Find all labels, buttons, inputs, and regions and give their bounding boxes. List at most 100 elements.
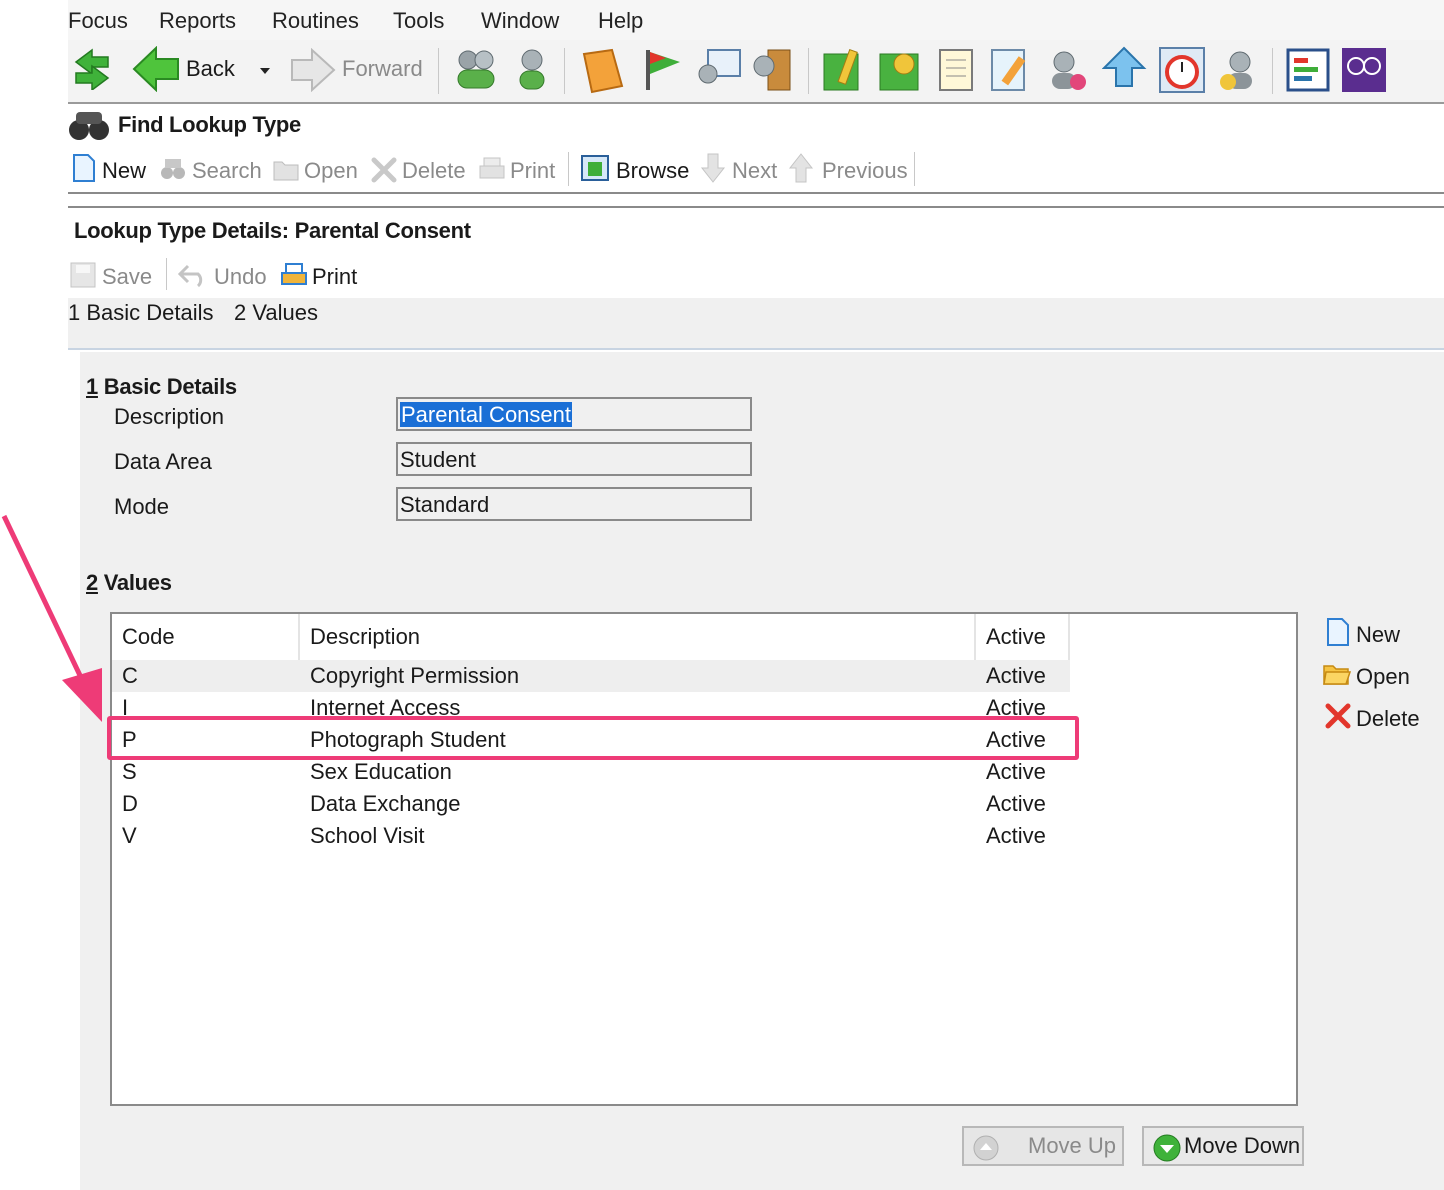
cell-code: V (122, 823, 137, 848)
upload-person-icon[interactable] (1102, 46, 1148, 94)
print-color-icon[interactable] (280, 262, 308, 288)
menu-bar: Focus Reports Routines Tools Window Help (68, 0, 1444, 40)
details-undo-button[interactable]: Undo (214, 264, 267, 290)
table-row[interactable]: C Copyright Permission Active (112, 660, 1070, 692)
next-arrow-icon[interactable] (700, 152, 726, 184)
highlight-annotation (107, 716, 1079, 760)
basic-details-section: 1 Basic Details Description Parental Con… (80, 366, 1444, 546)
person-door-icon[interactable] (748, 46, 796, 94)
book-icon[interactable] (578, 46, 626, 94)
find-search-button[interactable]: Search (192, 158, 262, 184)
cell-code: S (122, 759, 137, 784)
people-purple-icon[interactable] (1340, 46, 1388, 94)
previous-arrow-icon[interactable] (788, 152, 814, 184)
find-previous-button[interactable]: Previous (822, 158, 908, 184)
data-area-label: Data Area (114, 449, 212, 474)
tab-basic-details[interactable]: 1 Basic Details (68, 300, 214, 326)
person-badge-icon[interactable] (1046, 46, 1090, 94)
column-header-active[interactable]: Active (976, 614, 1070, 660)
cell-description: Data Exchange (310, 791, 461, 816)
pointer-arrow-icon (1, 514, 102, 722)
mode-label: Mode (114, 494, 170, 519)
new-value-icon[interactable] (1326, 618, 1350, 646)
cell-description: School Visit (310, 823, 425, 848)
basic-details-heading: 1 Basic Details (86, 374, 237, 399)
find-next-button[interactable]: Next (732, 158, 777, 184)
cell-active: Active (986, 759, 1046, 784)
open-folder-icon[interactable] (272, 156, 300, 182)
details-title: Lookup Type Details: Parental Consent (74, 218, 471, 243)
cell-code: C (122, 663, 138, 688)
calendar-grid-icon[interactable] (1284, 46, 1332, 94)
menu-tools[interactable]: Tools (393, 8, 444, 34)
forward-arrow-icon[interactable] (290, 48, 336, 92)
values-delete-button[interactable]: Delete (1356, 706, 1420, 732)
menu-window[interactable]: Window (481, 8, 559, 34)
chart-people-icon[interactable] (694, 48, 742, 92)
new-document-icon[interactable] (72, 154, 96, 182)
document-icon[interactable] (934, 48, 978, 92)
table-row[interactable]: S Sex Education Active (112, 756, 1070, 788)
clock-icon[interactable] (1158, 46, 1206, 94)
cell-description: Copyright Permission (310, 663, 520, 688)
data-area-field[interactable]: Student (396, 442, 752, 476)
delete-value-x-icon[interactable] (1324, 702, 1352, 730)
browse-icon[interactable] (580, 154, 610, 182)
menu-routines[interactable]: Routines (272, 8, 359, 34)
cell-code: D (122, 791, 138, 816)
open-value-folder-icon[interactable] (1322, 660, 1352, 688)
printer-icon[interactable] (478, 156, 506, 182)
settings-board-icon[interactable] (876, 46, 924, 94)
binoculars-icon (69, 112, 109, 140)
forward-button[interactable]: Forward (342, 56, 423, 82)
menu-focus[interactable]: Focus (68, 8, 128, 34)
find-panel: Find Lookup Type New Search Open Delete … (68, 104, 1444, 194)
chevron-down-icon[interactable] (258, 66, 272, 76)
find-panel-title: Find Lookup Type (118, 112, 301, 137)
menu-reports[interactable]: Reports (159, 8, 236, 34)
cell-active: Active (986, 791, 1046, 816)
find-new-button[interactable]: New (102, 158, 146, 184)
move-down-label: Move Down (1184, 1133, 1301, 1158)
edit-document-icon[interactable] (988, 48, 1034, 92)
values-grid: Code Description Active C Copyright Perm… (110, 612, 1298, 1106)
menu-help[interactable]: Help (598, 8, 643, 34)
back-button[interactable]: Back (186, 56, 235, 82)
flag-icon[interactable] (638, 46, 686, 94)
tab-values[interactable]: 2 Values (234, 300, 318, 326)
swap-arrows-icon[interactable] (72, 48, 112, 90)
values-new-button[interactable]: New (1356, 622, 1400, 648)
save-disk-icon[interactable] (70, 262, 96, 288)
column-header-code[interactable]: Code (112, 614, 300, 660)
cell-active: Active (986, 823, 1046, 848)
section-tabs: 1 Basic Details 2 Values (68, 298, 1444, 350)
description-label: Description (114, 404, 225, 429)
cell-description: Sex Education (310, 759, 452, 784)
values-open-button[interactable]: Open (1356, 664, 1410, 690)
back-arrow-icon[interactable] (132, 46, 180, 92)
column-header-description[interactable]: Description (300, 614, 976, 660)
details-save-button[interactable]: Save (102, 264, 152, 290)
table-row[interactable]: D Data Exchange Active (112, 788, 1070, 820)
find-browse-button[interactable]: Browse (616, 158, 689, 184)
person-help-icon[interactable] (1216, 46, 1260, 94)
move-down-button[interactable]: Move Down (1142, 1126, 1304, 1166)
search-binoculars-icon[interactable] (160, 156, 186, 182)
delete-x-icon[interactable] (370, 156, 398, 184)
main-toolbar: Back Forward (68, 40, 1444, 104)
mode-field[interactable]: Standard (396, 487, 752, 521)
up-arrow-circle-icon (973, 1135, 999, 1161)
people-group-icon[interactable] (452, 46, 500, 94)
person-icon[interactable] (514, 46, 550, 94)
undo-arrow-icon[interactable] (178, 262, 208, 288)
details-print-button[interactable]: Print (312, 264, 357, 290)
find-print-button[interactable]: Print (510, 158, 555, 184)
cell-active: Active (986, 663, 1046, 688)
find-open-button[interactable]: Open (304, 158, 358, 184)
ruler-pencil-icon[interactable] (820, 46, 868, 94)
move-up-button[interactable]: Move Up (962, 1126, 1124, 1166)
move-up-label: Move Up (1028, 1133, 1117, 1158)
table-row[interactable]: V School Visit Active (112, 820, 1070, 852)
description-field[interactable]: Parental Consent (396, 397, 752, 431)
find-delete-button[interactable]: Delete (402, 158, 466, 184)
